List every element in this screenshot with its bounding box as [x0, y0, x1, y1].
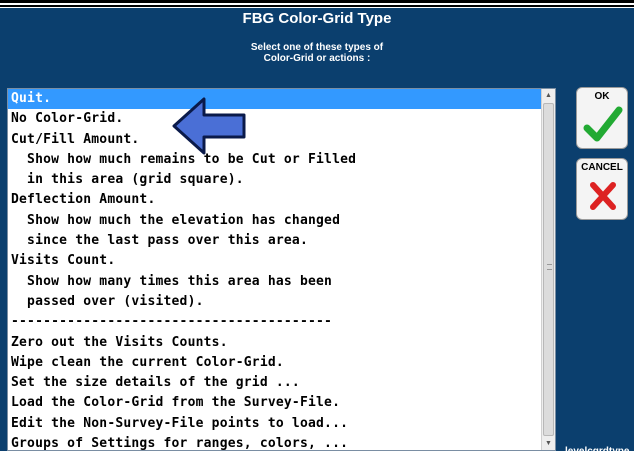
ok-button-label: OK	[594, 91, 610, 102]
list-item[interactable]: Groups of Settings for ranges, colors, .…	[8, 434, 542, 450]
list-item[interactable]: Zero out the Visits Counts.	[8, 333, 542, 353]
scrollbar-thumb[interactable]	[543, 103, 554, 436]
list-item[interactable]: Wipe clean the current Color-Grid.	[8, 353, 542, 373]
dialog-title: FBG Color-Grid Type	[242, 10, 392, 27]
top-border-inner	[0, 5, 634, 7]
list-item[interactable]: No Color-Grid.	[8, 109, 542, 129]
scroll-down-icon[interactable]: ▼	[542, 437, 555, 450]
list-item[interactable]: since the last pass over this area.	[8, 231, 542, 251]
left-arrow-icon	[172, 97, 246, 155]
list-item[interactable]: Show how many times this area has been	[8, 272, 542, 292]
scroll-up-icon[interactable]: ▲	[542, 89, 555, 102]
list-item[interactable]: ----------------------------------------	[8, 312, 542, 332]
ok-button[interactable]: OK	[576, 87, 628, 149]
list-item[interactable]: Visits Count.	[8, 251, 542, 271]
list-item[interactable]: passed over (visited).	[8, 292, 542, 312]
list-item[interactable]: Show how much the elevation has changed	[8, 211, 542, 231]
list-item[interactable]: Load the Color-Grid from the Survey-File…	[8, 393, 542, 413]
list-item[interactable]: Edit the Non-Survey-File points to load.…	[8, 414, 542, 434]
options-listbox[interactable]: Quit. No Color-Grid. Cut/Fill Amount. Show…	[7, 88, 556, 451]
list-item[interactable]: Show how much remains to be Cut or Fille…	[8, 150, 542, 170]
scrollbar-grip-icon	[547, 264, 552, 270]
dialog-subtitle: Select one of these types of Color-Grid …	[0, 42, 634, 64]
top-border	[0, 0, 634, 3]
x-icon	[590, 182, 616, 210]
color-grid-type-dialog: FBG Color-Grid Type Select one of these …	[0, 8, 634, 457]
dialog-id-label: levelcgrdtype	[565, 446, 630, 457]
list-item[interactable]: Quit.	[8, 89, 542, 110]
list-item[interactable]: Deflection Amount.	[8, 190, 542, 210]
subtitle-line-1: Select one of these types of	[250, 42, 384, 53]
list-item[interactable]: Set the size details of the grid ...	[8, 373, 542, 393]
list-item[interactable]: Cut/Fill Amount.	[8, 130, 542, 150]
list-item[interactable]: in this area (grid square).	[8, 170, 542, 190]
cancel-button-label: CANCEL	[581, 162, 623, 173]
cancel-button[interactable]: CANCEL	[576, 158, 628, 220]
vertical-scrollbar[interactable]: ▲ ▼	[541, 89, 555, 450]
checkmark-icon	[583, 106, 623, 142]
subtitle-line-2: Color-Grid or actions :	[263, 53, 371, 64]
options-list: Quit. No Color-Grid. Cut/Fill Amount. Show…	[8, 89, 542, 450]
